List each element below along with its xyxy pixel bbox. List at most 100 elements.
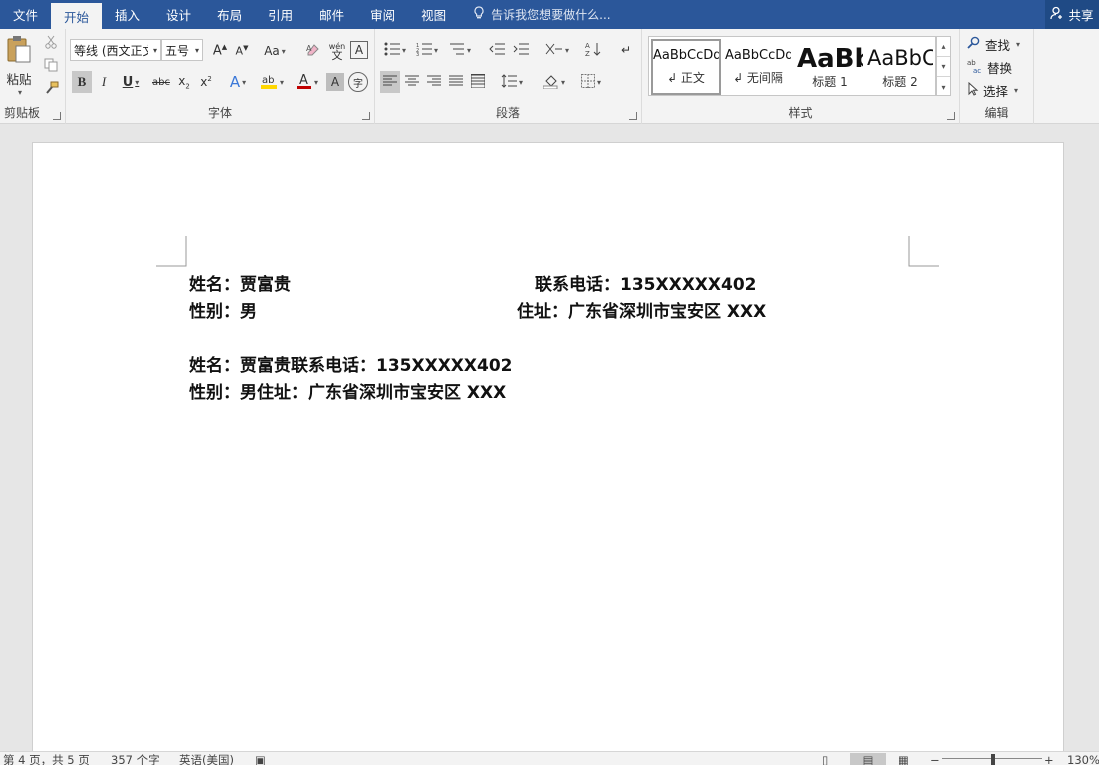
tell-me-box[interactable]: 告诉我您想要做什么... (473, 0, 611, 29)
cut-button[interactable] (42, 34, 60, 52)
select-button[interactable]: 选择 ▾ (967, 81, 1018, 100)
distributed-button[interactable] (468, 71, 488, 93)
font-group-label: 字体 (207, 106, 232, 120)
multilevel-list-button[interactable]: ▾ (445, 39, 475, 61)
copy-button[interactable] (42, 57, 60, 75)
line-spacing-icon (501, 73, 517, 91)
paragraph-group-label: 段落 (495, 106, 520, 120)
justify-button[interactable] (446, 71, 466, 93)
page-count[interactable]: 第 4 页，共 5 页 (3, 753, 90, 765)
strikethrough-button[interactable]: abc (150, 71, 172, 93)
paste-button[interactable]: 粘贴 ▾ (4, 33, 34, 97)
italic-button[interactable]: I (94, 71, 114, 93)
tab-design[interactable]: 设计 (153, 0, 204, 29)
sort-button[interactable]: AZ (583, 39, 603, 61)
font-family-select[interactable]: 等线 (西文正文) ▾ (70, 39, 161, 61)
change-case-button[interactable]: Aa ▾ (260, 41, 290, 61)
styles-more-icon[interactable]: ▾ (937, 77, 950, 97)
read-mode-icon[interactable]: ▯ (822, 753, 828, 765)
word-count[interactable]: 357 个字 (111, 753, 160, 765)
decrease-indent-button[interactable] (487, 39, 507, 61)
bold-button[interactable]: B (72, 71, 92, 93)
decrease-indent-icon (489, 42, 505, 59)
phonetic-guide-button[interactable]: wén 文 (328, 40, 346, 62)
zoom-out-button[interactable]: − (930, 753, 940, 765)
style-heading-2-preview: AaBbC (867, 45, 933, 70)
borders-button[interactable]: ▾ (575, 71, 607, 93)
styles-scroll-down-icon[interactable]: ▾ (937, 57, 950, 77)
strikethrough-icon: abc (152, 76, 170, 88)
tab-view[interactable]: 视图 (408, 0, 459, 29)
person-icon (1050, 6, 1064, 23)
paste-dropdown-icon[interactable]: ▾ (18, 88, 22, 97)
find-button[interactable]: 查找 ▾ (967, 35, 1020, 54)
underline-button[interactable]: U ▾ (116, 71, 146, 93)
tab-references[interactable]: 引用 (255, 0, 306, 29)
font-size-arrow-icon: ▾ (194, 45, 199, 55)
svg-text:A: A (585, 42, 590, 50)
paragraph-launcher[interactable] (629, 112, 637, 120)
align-center-button[interactable] (402, 71, 422, 93)
align-left-button[interactable] (380, 71, 400, 93)
shading-button[interactable]: ▾ (539, 71, 569, 93)
tab-home[interactable]: 开始 (51, 3, 103, 29)
sort-icon: AZ (585, 41, 601, 60)
style-no-spacing[interactable]: AaBbCcDd ↲ 无间隔 (723, 39, 793, 95)
chinese-layout-button[interactable]: ▾ (541, 39, 573, 61)
show-marks-button[interactable]: ↵ (617, 39, 635, 61)
character-border-icon: A (354, 43, 364, 57)
grow-font-icon: A▲ (212, 43, 228, 59)
font-launcher[interactable] (362, 112, 370, 120)
line-spacing-button[interactable]: ▾ (497, 71, 527, 93)
status-bar: 第 4 页，共 5 页 357 个字 英语(美国) ▣ ▯ ▤ ▦ − + 13… (0, 751, 1099, 765)
numbering-button[interactable]: 1 2 3 ▾ (413, 39, 441, 61)
tab-insert[interactable]: 插入 (102, 0, 153, 29)
text-effects-button[interactable]: A ▾ (224, 71, 252, 93)
increase-indent-button[interactable] (511, 39, 531, 61)
language-indicator[interactable]: 英语(美国) (179, 753, 234, 765)
character-shading-button[interactable]: A (326, 73, 344, 91)
svg-text:A: A (299, 73, 308, 88)
web-layout-icon[interactable]: ▦ (898, 753, 909, 765)
subscript-button[interactable]: x2 (174, 71, 194, 93)
font-color-button[interactable]: A ▾ (292, 71, 322, 93)
tab-layout[interactable]: 布局 (204, 0, 255, 29)
font-size-select[interactable]: 五号 ▾ (161, 39, 203, 61)
shrink-font-button[interactable]: A▼ (232, 41, 252, 61)
zoom-in-button[interactable]: + (1044, 753, 1054, 765)
search-icon (967, 36, 981, 53)
styles-group-label: 样式 (788, 106, 813, 120)
zoom-slider-thumb[interactable] (991, 754, 995, 765)
bullets-button[interactable]: ▾ (381, 39, 409, 61)
clipboard-launcher[interactable] (53, 112, 61, 120)
multilevel-list-icon (449, 42, 465, 59)
document-page[interactable]: 姓名：贾富贵 联系电话：135XXXXX402 性别：男 住址：广东省深圳市宝安… (32, 142, 1064, 762)
editing-group-label: 编辑 (984, 106, 1009, 120)
style-normal[interactable]: AaBbCcDd ↲ 正文 (651, 39, 721, 95)
tab-mailings[interactable]: 邮件 (306, 0, 357, 29)
margin-corner-top-right (908, 236, 939, 267)
styles-scroll-up-icon[interactable]: ▴ (937, 37, 950, 57)
print-layout-icon[interactable]: ▤ (850, 753, 886, 765)
tab-file[interactable]: 文件 (0, 0, 51, 29)
grow-font-button[interactable]: A▲ (210, 41, 230, 61)
format-painter-button[interactable] (42, 80, 60, 98)
character-border-button[interactable]: A (350, 41, 368, 59)
superscript-button[interactable]: x2 (196, 71, 216, 93)
styles-launcher[interactable] (947, 112, 955, 120)
clear-formatting-button[interactable]: A (304, 41, 322, 61)
underline-icon: U (122, 74, 134, 90)
highlight-button[interactable]: ab ▾ (256, 71, 288, 93)
style-heading-2[interactable]: AaBbC 标题 2 (865, 39, 935, 95)
tab-review[interactable]: 审阅 (357, 0, 408, 29)
style-no-spacing-preview: AaBbCcDd (725, 48, 791, 63)
replace-button[interactable]: ab ac 替换 (967, 58, 1012, 77)
align-right-button[interactable] (424, 71, 444, 93)
enclose-characters-button[interactable]: 字 (348, 72, 368, 92)
style-heading-1[interactable]: AaBb 标题 1 (795, 39, 865, 95)
numbering-icon: 123 (416, 42, 432, 59)
share-button[interactable]: 共享 (1045, 0, 1099, 29)
macro-record-icon[interactable]: ▣ (255, 753, 266, 765)
find-dropdown-icon: ▾ (1016, 40, 1021, 49)
zoom-level[interactable]: 130% (1067, 753, 1099, 765)
